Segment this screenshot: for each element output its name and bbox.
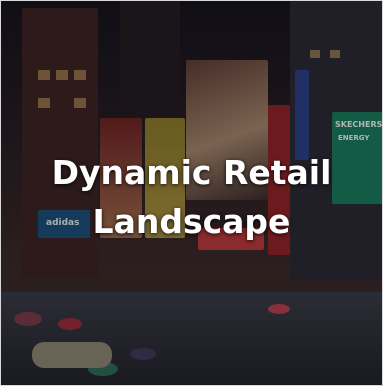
caption-line-2: Landscape <box>92 202 291 241</box>
image-caption: Dynamic Retail Landscape <box>0 148 383 246</box>
city-street-photo: SKECHERS ENERGY adidas Dynamic Retail La… <box>0 0 383 386</box>
caption-line-1: Dynamic Retail <box>51 153 332 192</box>
